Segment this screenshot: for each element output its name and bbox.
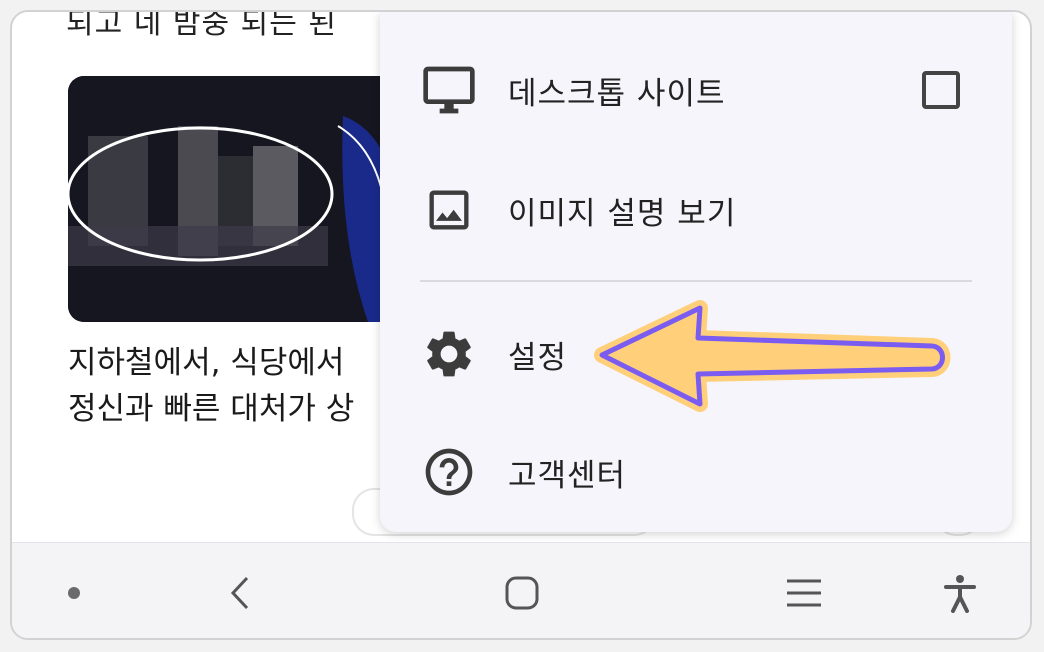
menu-item-settings[interactable]: 설정 — [380, 304, 1012, 404]
home-icon[interactable] — [492, 563, 552, 623]
thumbnail-image — [68, 76, 398, 322]
phone-screen: 되고 네 밤중 되는 된 지하철에서, 식당에서 정신과 빠른 대처가 상 데스… — [10, 10, 1032, 640]
monitor-icon — [420, 61, 478, 119]
menu-item-label: 설정 — [508, 339, 568, 376]
image-icon — [420, 181, 478, 239]
help-icon — [420, 443, 478, 501]
menu-item-label: 데스크톱 사이트 — [508, 75, 726, 112]
desktop-site-checkbox[interactable] — [922, 71, 960, 109]
accessibility-icon[interactable] — [930, 563, 990, 623]
menu-divider — [420, 280, 972, 282]
article-top-text: 되고 네 밤중 되는 된 — [66, 10, 337, 41]
headline-line-2: 정신과 빠른 대처가 상 — [68, 391, 355, 427]
menu-item-desktop-site[interactable]: 데스크톱 사이트 — [380, 40, 1012, 140]
dot-icon[interactable] — [44, 563, 104, 623]
menu-item-label: 이미지 설명 보기 — [508, 195, 737, 232]
gear-icon — [420, 325, 478, 383]
overflow-menu: 데스크톱 사이트 이미지 설명 보기 설정 고객센터 — [380, 12, 1012, 532]
menu-item-label: 고객센터 — [508, 457, 627, 494]
recents-icon[interactable] — [774, 563, 834, 623]
menu-item-image-description[interactable]: 이미지 설명 보기 — [380, 160, 1012, 260]
article-headline[interactable]: 지하철에서, 식당에서 정신과 빠른 대처가 상 — [68, 340, 388, 432]
article-thumbnail[interactable] — [68, 76, 398, 322]
menu-item-customer-center[interactable]: 고객센터 — [380, 422, 1012, 522]
back-icon[interactable] — [210, 563, 270, 623]
system-nav-bar — [12, 542, 1030, 638]
headline-line-1: 지하철에서, 식당에서 — [68, 345, 345, 381]
